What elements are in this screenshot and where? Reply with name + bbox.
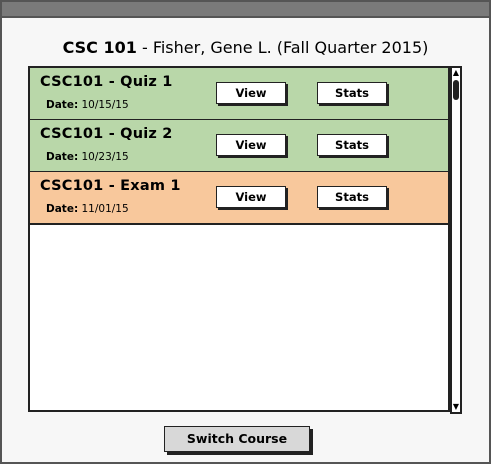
assessment-list: CSC101 - Quiz 1 Date: 10/15/15 View Stat… — [28, 66, 450, 412]
view-button[interactable]: View — [216, 134, 286, 156]
date-label: Date: — [46, 151, 79, 163]
date-value: 11/01/15 — [81, 203, 129, 215]
list-scrollbar[interactable]: ▲ ▼ — [450, 66, 462, 414]
scrollbar-thumb[interactable] — [453, 80, 459, 100]
date-label: Date: — [46, 99, 79, 111]
triangle-up-icon[interactable]: ▲ — [452, 68, 460, 78]
assessment-row-quiz-2: CSC101 - Quiz 2 Date: 10/23/15 View Stat… — [30, 120, 448, 173]
date-label: Date: — [46, 203, 79, 215]
stats-button[interactable]: Stats — [317, 82, 387, 104]
assessment-date: Date: 10/23/15 — [46, 151, 129, 163]
assessment-title: CSC101 - Quiz 2 — [40, 126, 173, 142]
triangle-down-icon[interactable]: ▼ — [452, 402, 460, 412]
window-titlebar — [2, 2, 489, 18]
app-window: CSC 101 - Fisher, Gene L. (Fall Quarter … — [0, 0, 491, 464]
date-value: 10/15/15 — [81, 99, 129, 111]
assessment-date: Date: 11/01/15 — [46, 203, 129, 215]
course-details: - Fisher, Gene L. (Fall Quarter 2015) — [136, 38, 429, 57]
date-value: 10/23/15 — [81, 151, 129, 163]
assessment-title: CSC101 - Exam 1 — [40, 178, 181, 194]
stats-button[interactable]: Stats — [317, 134, 387, 156]
assessment-row-quiz-1: CSC101 - Quiz 1 Date: 10/15/15 View Stat… — [30, 68, 448, 121]
course-code: CSC 101 — [62, 38, 137, 57]
stats-button[interactable]: Stats — [317, 186, 387, 208]
view-button[interactable]: View — [216, 82, 286, 104]
assessment-title: CSC101 - Quiz 1 — [40, 74, 173, 90]
course-title: CSC 101 - Fisher, Gene L. (Fall Quarter … — [2, 38, 489, 57]
switch-course-button[interactable]: Switch Course — [164, 426, 310, 452]
assessment-date: Date: 10/15/15 — [46, 99, 129, 111]
view-button[interactable]: View — [216, 186, 286, 208]
assessment-row-exam-1: CSC101 - Exam 1 Date: 11/01/15 View Stat… — [30, 172, 448, 225]
